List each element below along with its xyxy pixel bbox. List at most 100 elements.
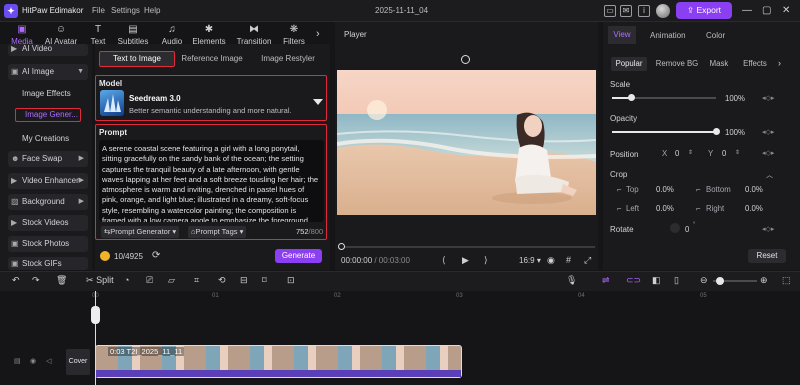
keyframe-icon[interactable]: ◂◇▸	[762, 225, 774, 233]
pos-y-input[interactable]: 0	[722, 149, 726, 158]
track-lock-icon[interactable]: ▤	[14, 357, 21, 365]
crop-frame-icon[interactable]: ⌑	[262, 275, 267, 286]
track-mute-icon[interactable]: ◁	[46, 357, 51, 365]
crop-left-input[interactable]: 0.0%	[656, 204, 674, 213]
zoom-out-icon[interactable]: ⊖	[700, 275, 708, 286]
tab-media[interactable]: ▣ Media	[0, 24, 44, 46]
microphone-icon[interactable]: 🎙	[566, 275, 577, 286]
delete-icon[interactable]: 🗑	[56, 275, 67, 286]
layout-icon[interactable]: ▭	[604, 5, 616, 17]
generate-button[interactable]: Generate	[275, 249, 322, 263]
chevron-up-icon[interactable]: ︿	[766, 170, 773, 180]
marker-icon[interactable]: ▯	[674, 275, 679, 286]
model-dropdown-caret-icon[interactable]	[313, 99, 323, 105]
magnet-icon[interactable]: ⊂⊃	[626, 275, 641, 286]
crop-right-input[interactable]: 0.0%	[745, 204, 763, 213]
playback-scrubber[interactable]	[340, 246, 595, 248]
next-frame-icon[interactable]: ⟩	[484, 255, 488, 266]
rotate-dial-icon[interactable]	[670, 223, 680, 233]
crop-bottom-input[interactable]: 0.0%	[745, 185, 763, 194]
sidebar-item-stock-gifs[interactable]: ▣ Stock GIFs	[8, 257, 88, 270]
sidebar-item-face-swap[interactable]: ☻ Face Swap ▶	[8, 151, 88, 167]
link-icon[interactable]: ⇌	[602, 275, 610, 286]
sidebar-item-background[interactable]: ▨ Background ▶	[8, 194, 88, 210]
prompt-textarea[interactable]: A serene coastal scene featuring a girl …	[99, 140, 324, 222]
sidebar-item-stock-photos[interactable]: ▣ Stock Photos	[8, 236, 88, 252]
stepper-icon[interactable]: ⇕	[688, 149, 693, 156]
tab-filters[interactable]: ❋ Filters	[272, 24, 316, 46]
redo-icon[interactable]: ↷	[32, 275, 40, 286]
scale-slider-knob[interactable]	[628, 94, 635, 101]
mail-icon[interactable]: ✉	[620, 5, 632, 17]
rotate-icon[interactable]: ⟲	[218, 275, 226, 286]
crop-top-input[interactable]: 0.0%	[656, 185, 674, 194]
keyframe-icon[interactable]: ◂◇▸	[762, 149, 774, 157]
split-button[interactable]: ✂ Split	[86, 275, 114, 286]
sidebar-item-ai-image[interactable]: ▣ AI Image ▼	[8, 64, 88, 80]
grid-icon[interactable]: #	[566, 255, 571, 265]
undo-icon[interactable]: ↶	[12, 275, 20, 286]
sidebar-item-image-generator[interactable]: Image Gener...	[15, 108, 81, 122]
tab-elements[interactable]: ✱ Elements	[187, 24, 231, 46]
opacity-value[interactable]: 100%	[725, 128, 745, 137]
menu-file[interactable]: File	[92, 6, 105, 15]
zoom-in-icon[interactable]: ⊕	[760, 275, 768, 286]
subtab-mask[interactable]: Mask	[707, 57, 731, 71]
export-button[interactable]: ⇪ Export	[676, 2, 732, 19]
stepper-icon[interactable]: ⇕	[735, 149, 740, 156]
tab-image-restyler[interactable]: Image Restyler	[253, 51, 323, 67]
menu-settings[interactable]: Settings	[111, 6, 140, 15]
prompt-generator-button[interactable]: ⇆Prompt Generator ▾	[101, 226, 180, 238]
cover-button[interactable]: Cover	[66, 349, 90, 375]
subtab-effects[interactable]: Effects	[740, 57, 770, 71]
tab-color[interactable]: Color	[706, 31, 725, 40]
project-name[interactable]: 2025-11-11_04	[375, 6, 428, 15]
model-name[interactable]: Seedream 3.0	[129, 94, 181, 103]
aspect-ratio-select[interactable]: 16:9 ▾	[519, 256, 541, 265]
sidebar-item-ai-video[interactable]: ▶ AI Video	[8, 44, 88, 56]
adjust-icon[interactable]: ⊡	[287, 275, 295, 286]
play-icon[interactable]: ▶	[462, 255, 469, 266]
opacity-slider[interactable]	[612, 131, 716, 133]
chevron-right-icon[interactable]: ›	[316, 28, 320, 40]
tab-text-to-image[interactable]: Text to Image	[99, 51, 175, 67]
fit-timeline-icon[interactable]: ⬚	[782, 275, 791, 286]
speed-icon[interactable]: ◔	[124, 275, 129, 285]
minimize-icon[interactable]: —	[742, 5, 752, 16]
refresh-icon[interactable]: ⟳	[152, 250, 160, 261]
chevron-right-icon[interactable]: ›	[778, 58, 781, 68]
subtab-popular[interactable]: Popular	[611, 57, 647, 71]
rotate-input[interactable]: 0	[685, 225, 689, 234]
keyframe-icon[interactable]: ◂◇▸	[762, 128, 774, 136]
tab-transition[interactable]: ⧓ Transition	[232, 24, 276, 46]
crop-icon[interactable]: ⌗	[194, 275, 199, 286]
snap-icon[interactable]: ◧	[652, 275, 661, 286]
pos-x-input[interactable]: 0	[675, 149, 679, 158]
mirror-icon[interactable]: ▱	[168, 275, 175, 286]
info-icon[interactable]: i	[638, 5, 650, 17]
playhead-handle[interactable]	[91, 306, 100, 324]
rotate-handle-icon[interactable]	[461, 55, 470, 64]
opacity-slider-knob[interactable]	[712, 128, 720, 135]
preview-image[interactable]	[337, 70, 596, 215]
zoom-slider-knob[interactable]	[716, 277, 724, 285]
avatar[interactable]	[656, 4, 670, 18]
fullscreen-icon[interactable]: ⤢	[584, 255, 591, 266]
tab-reference-image[interactable]: Reference Image	[178, 51, 246, 67]
snapshot-icon[interactable]: ◉	[547, 255, 555, 266]
maximize-icon[interactable]: ▢	[762, 5, 771, 16]
scale-value[interactable]: 100%	[725, 94, 745, 103]
reset-button[interactable]: Reset	[748, 249, 786, 263]
tab-view[interactable]: View	[608, 26, 636, 44]
scrubber-knob[interactable]	[338, 243, 345, 250]
timeline-ruler[interactable]	[95, 291, 800, 303]
menu-help[interactable]: Help	[144, 6, 160, 15]
sidebar-item-video-enhancer[interactable]: ▶ Video Enhancer ▶	[8, 173, 88, 189]
freeze-icon[interactable]: ⎚	[146, 275, 153, 286]
prompt-tags-button[interactable]: ⌂Prompt Tags ▾	[188, 226, 247, 238]
keyframe-icon[interactable]: ◂◇▸	[762, 94, 774, 102]
close-icon[interactable]: ✕	[782, 5, 790, 16]
prev-frame-icon[interactable]: ⟨	[442, 255, 446, 266]
sidebar-item-my-creations[interactable]: My Creations	[22, 134, 69, 143]
tab-animation[interactable]: Animation	[650, 31, 686, 40]
